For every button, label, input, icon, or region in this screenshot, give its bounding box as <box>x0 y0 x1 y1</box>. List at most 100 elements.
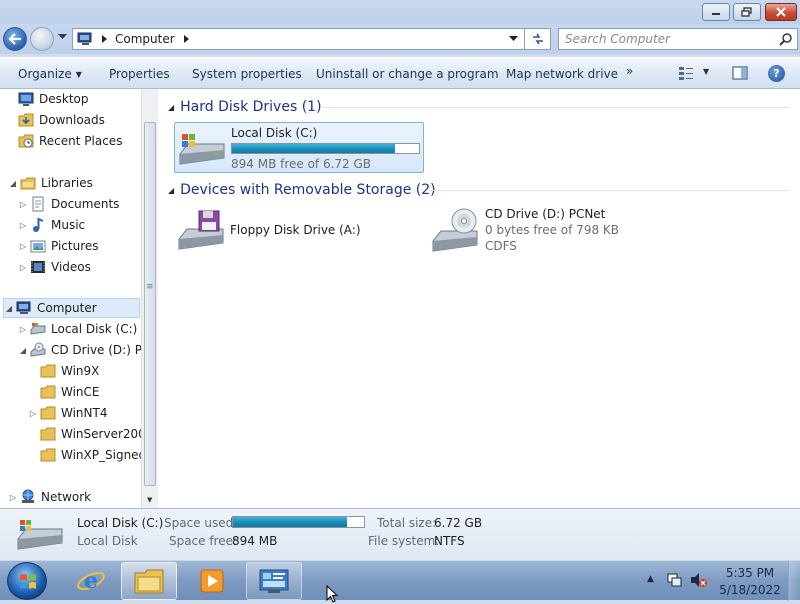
chevron-down-icon[interactable] <box>509 36 518 42</box>
nav-item-pictures[interactable]: ▷ Pictures <box>18 236 99 256</box>
taskbar-control-panel[interactable] <box>246 562 302 600</box>
desktop-icon <box>18 92 34 106</box>
nav-item-libraries[interactable]: ◢ Libraries <box>8 173 93 193</box>
clock-date[interactable]: 5/18/2022 <box>718 583 782 597</box>
collapsed-arrow-icon[interactable]: ▷ <box>18 221 28 230</box>
nav-item-documents[interactable]: ▷ Documents <box>18 194 119 214</box>
address-row: Computer <box>0 24 800 54</box>
expanded-arrow-icon[interactable]: ◢ <box>8 179 18 188</box>
collapsed-arrow-icon[interactable]: ▷ <box>18 200 28 209</box>
computer-icon <box>77 32 92 45</box>
help-icon: ? <box>773 67 780 80</box>
chevron-down-icon[interactable] <box>58 34 67 40</box>
clock-time[interactable]: 5:35 PM <box>718 566 782 580</box>
preview-pane-icon[interactable] <box>732 66 748 80</box>
local-disk-tile[interactable]: Local Disk (C:) 894 MB free of 6.72 GB <box>174 122 424 173</box>
cd-drive-tile[interactable]: CD Drive (D:) PCNet 0 bytes free of 798 … <box>428 205 678 257</box>
nav-label: Libraries <box>41 176 93 190</box>
file-system-label: File system: <box>368 534 440 548</box>
hard-disk-group-header[interactable]: ◢ Hard Disk Drives (1) <box>168 96 322 118</box>
search-box[interactable] <box>558 28 798 50</box>
start-button[interactable] <box>7 562 47 600</box>
chevron-right-icon[interactable] <box>101 35 109 43</box>
organize-label: Organize <box>18 67 72 81</box>
chevron-right-icon[interactable] <box>183 35 191 43</box>
nav-label: Win9X <box>61 364 100 378</box>
expanded-arrow-icon[interactable]: ◢ <box>18 346 28 355</box>
organize-button[interactable]: Organize ▼ <box>18 65 82 83</box>
nav-label: Recent Places <box>39 134 123 148</box>
search-input[interactable] <box>563 31 773 47</box>
collapsed-arrow-icon[interactable]: ▷ <box>18 263 28 272</box>
forward-button[interactable] <box>30 27 54 51</box>
collapsed-arrow-icon[interactable]: ▷ <box>18 242 28 251</box>
close-button[interactable] <box>765 3 797 21</box>
change-view-icon[interactable] <box>678 66 694 80</box>
uninstall-program-button[interactable]: Uninstall or change a program <box>316 65 499 83</box>
nav-item-network[interactable]: ▷ Network <box>8 487 91 507</box>
content-pane: ◢ Hard Disk Drives (1) Local Disk (C:) 8… <box>158 89 800 508</box>
nav-item-cd-drive[interactable]: ◢ CD Drive (D:) PCNet <box>18 340 141 360</box>
group-collapse-icon[interactable]: ◢ <box>168 186 174 195</box>
folder-icon <box>40 448 56 462</box>
refresh-button[interactable] <box>525 28 551 50</box>
folder-icon <box>40 364 56 378</box>
address-bar[interactable]: Computer <box>72 28 525 50</box>
nav-item-folder-winserver2003[interactable]: WinServer2003_ <box>40 424 141 444</box>
nav-item-computer[interactable]: ◢ Computer <box>3 298 140 318</box>
collapsed-arrow-icon[interactable]: ▷ <box>8 493 18 502</box>
collapsed-arrow-icon[interactable]: ▷ <box>28 409 38 418</box>
restore-button[interactable] <box>733 3 761 21</box>
expanded-arrow-icon[interactable]: ◢ <box>4 304 14 313</box>
close-icon <box>776 7 786 17</box>
hard-disk-drive-icon <box>17 520 63 550</box>
scroll-down-arrow-icon[interactable]: ▼ <box>147 496 152 504</box>
breadcrumb[interactable]: Computer <box>115 32 175 46</box>
nav-item-music[interactable]: ▷ Music <box>18 215 85 235</box>
nav-item-local-disk[interactable]: ▷ Local Disk (C:) <box>18 319 137 339</box>
nav-label: CD Drive (D:) PCNet <box>51 343 141 357</box>
file-system-value: NTFS <box>434 534 465 548</box>
command-bar: Organize ▼ Properties System properties U… <box>0 57 800 89</box>
refresh-icon <box>532 33 543 45</box>
space-used-label: Space used: <box>164 516 238 530</box>
title-bar <box>0 0 800 24</box>
search-icon[interactable] <box>779 32 793 46</box>
nav-item-folder-wince[interactable]: WinCE <box>40 382 100 402</box>
details-pane: Local Disk (C:) Local Disk Space used: S… <box>0 508 800 560</box>
map-network-drive-button[interactable]: Map network drive <box>506 65 618 83</box>
help-button[interactable]: ? <box>768 65 785 82</box>
taskbar-internet-explorer[interactable]: e <box>63 562 119 600</box>
nav-item-folder-winxp-signed[interactable]: WinXP_SignedDrivers <box>40 445 141 465</box>
back-arrow-icon <box>8 33 21 45</box>
nav-item-folder-win9x[interactable]: Win9X <box>40 361 99 381</box>
network-status-icon[interactable] <box>666 572 684 588</box>
chevron-down-icon: ▼ <box>75 70 82 79</box>
show-hidden-icons-button[interactable]: ▲ <box>647 574 654 584</box>
removable-group-header[interactable]: ◢ Devices with Removable Storage (2) <box>168 179 436 201</box>
nav-item-recent-places[interactable]: Recent Places <box>18 131 122 151</box>
group-collapse-icon[interactable]: ◢ <box>168 103 174 112</box>
show-desktop-button[interactable] <box>788 561 800 601</box>
scrollbar-thumb[interactable] <box>144 122 156 486</box>
volume-muted-icon[interactable] <box>690 572 708 588</box>
nav-item-desktop[interactable]: Desktop <box>18 89 89 109</box>
minimize-button[interactable] <box>702 3 730 21</box>
nav-label: WinServer2003_ <box>61 427 141 441</box>
chevron-down-icon[interactable]: ▼ <box>703 67 709 76</box>
system-properties-button[interactable]: System properties <box>192 65 302 83</box>
taskbar-media-player[interactable] <box>184 562 240 600</box>
nav-item-downloads[interactable]: Downloads <box>18 110 105 130</box>
floppy-drive-tile[interactable]: Floppy Disk Drive (A:) <box>174 205 414 257</box>
more-commands-button[interactable]: » <box>626 64 633 78</box>
properties-button[interactable]: Properties <box>109 65 170 83</box>
nav-label: Videos <box>51 260 91 274</box>
collapsed-arrow-icon[interactable]: ▷ <box>18 325 28 334</box>
folder-icon <box>134 569 164 594</box>
nav-item-folder-winnt4[interactable]: ▷ WinNT4 <box>28 403 108 423</box>
back-button[interactable] <box>3 27 27 51</box>
total-size-label: Total size: <box>377 516 437 530</box>
taskbar-windows-explorer[interactable] <box>121 562 177 600</box>
nav-item-videos[interactable]: ▷ Videos <box>18 257 91 277</box>
navigation-scrollbar[interactable]: ≡ ▼ <box>141 89 158 508</box>
